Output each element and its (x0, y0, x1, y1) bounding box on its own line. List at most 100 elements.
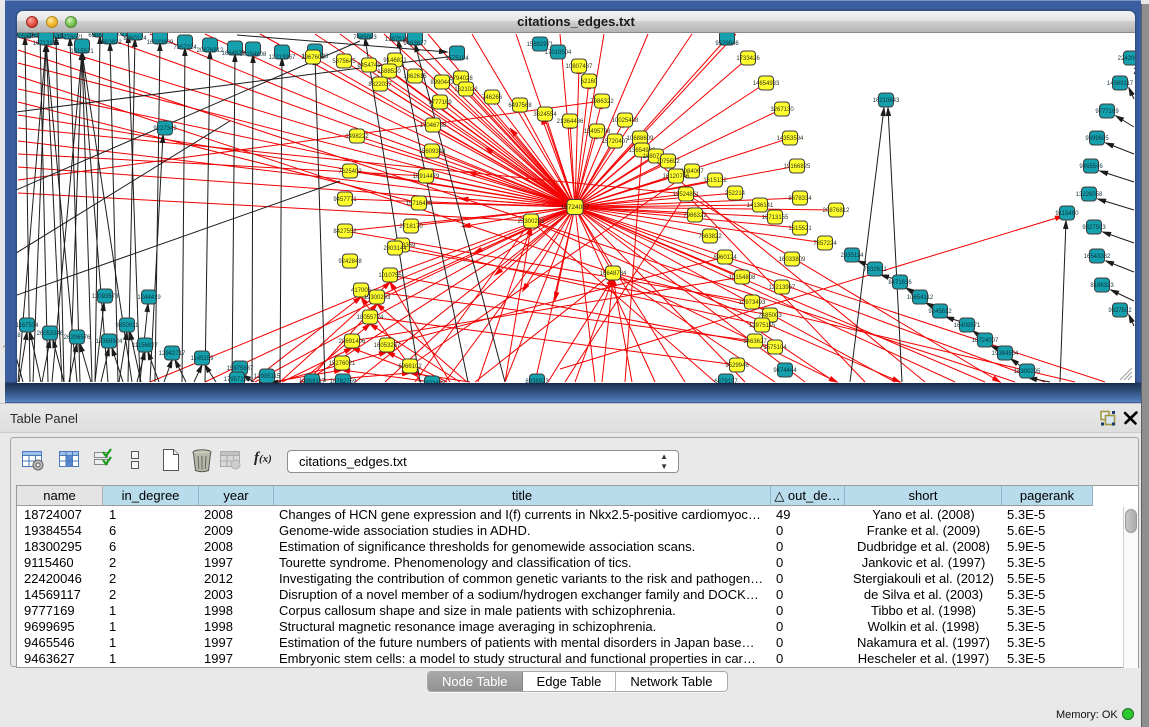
svg-text:9777169: 9777169 (428, 100, 452, 106)
svg-text:18055724: 18055724 (357, 315, 384, 321)
svg-text:17046738: 17046738 (420, 123, 447, 129)
svg-text:7986322: 7986322 (590, 99, 614, 105)
svg-text:19384554: 19384554 (992, 351, 1019, 357)
svg-text:9227343: 9227343 (153, 126, 177, 132)
svg-text:8186323: 8186323 (1090, 283, 1114, 289)
svg-text:6966102: 6966102 (398, 364, 422, 370)
svg-text:19166825: 19166825 (784, 164, 811, 170)
svg-text:6497568: 6497568 (508, 103, 532, 109)
svg-text:9115460: 9115460 (1056, 211, 1080, 217)
svg-text:8960124: 8960124 (713, 255, 737, 261)
svg-text:7986322: 7986322 (683, 213, 707, 219)
svg-text:62160: 62160 (581, 79, 598, 85)
svg-text:9245612: 9245612 (928, 309, 952, 315)
svg-text:15692971: 15692971 (527, 42, 554, 48)
svg-text:26053346: 26053346 (37, 331, 64, 337)
svg-text:17010504: 17010504 (545, 50, 572, 56)
svg-text:14353594: 14353594 (777, 136, 804, 142)
svg-text:16120746: 16120746 (663, 174, 690, 180)
svg-text:14569117: 14569117 (1107, 81, 1134, 87)
svg-text:12905115: 12905115 (254, 374, 281, 380)
svg-text:746266: 746266 (482, 95, 503, 101)
svg-text:16648784: 16648784 (600, 271, 627, 277)
svg-text:9327503: 9327503 (1082, 225, 1106, 231)
svg-text:8427552: 8427552 (333, 229, 357, 235)
svg-text:3267130: 3267130 (770, 107, 794, 113)
svg-text:9242848: 9242848 (338, 259, 362, 265)
svg-text:15720407: 15720407 (602, 139, 629, 145)
svg-text:15609348: 15609348 (419, 149, 446, 155)
svg-text:1588520: 1588520 (377, 69, 401, 75)
svg-text:1362615: 1362615 (403, 74, 427, 80)
svg-text:9529946: 9529946 (715, 41, 739, 47)
svg-text:15975887: 15975887 (227, 366, 254, 372)
svg-text:8960124: 8960124 (123, 36, 147, 42)
svg-text:9699695: 9699695 (1085, 136, 1109, 142)
svg-text:16210643: 16210643 (873, 98, 900, 104)
svg-text:7485003: 7485003 (353, 35, 377, 41)
svg-text:15276021: 15276021 (329, 361, 356, 367)
svg-text:2967608: 2967608 (301, 55, 325, 61)
svg-text:16053267: 16053267 (374, 343, 401, 349)
svg-text:12093573: 12093573 (92, 294, 119, 300)
svg-text:3624554: 3624554 (533, 112, 557, 118)
svg-text:1575104: 1575104 (445, 56, 469, 62)
svg-text:7632621: 7632621 (863, 267, 887, 273)
svg-text:1145159: 1145159 (191, 356, 215, 362)
svg-text:10973493: 10973493 (739, 300, 766, 306)
svg-text:252214: 252214 (725, 191, 746, 197)
svg-text:19300293: 19300293 (364, 295, 391, 301)
svg-text:12923468: 12923468 (419, 381, 446, 383)
svg-text:12942717: 12942717 (159, 351, 186, 357)
svg-text:9146821: 9146821 (383, 58, 407, 64)
svg-text:7357224: 7357224 (173, 45, 197, 51)
svg-text:10958117: 10958117 (299, 379, 326, 383)
svg-text:1575104: 1575104 (763, 345, 787, 351)
svg-text:9474444: 9474444 (773, 368, 797, 374)
svg-text:9463627: 9463627 (403, 41, 427, 47)
svg-text:1010755: 1010755 (378, 273, 402, 279)
svg-text:21364436: 21364436 (557, 119, 584, 125)
svg-text:10025438: 10025438 (612, 118, 639, 124)
svg-text:8938923: 8938923 (525, 379, 549, 383)
svg-text:9777169: 9777169 (1095, 109, 1119, 115)
svg-text:16033809: 16033809 (779, 257, 806, 263)
svg-text:9327502: 9327502 (1108, 308, 1132, 314)
svg-text:16033809: 16033809 (147, 40, 174, 46)
svg-text:20691406: 20691406 (339, 339, 366, 345)
svg-text:8322037: 8322037 (368, 82, 392, 88)
svg-text:16543382: 16543382 (1084, 254, 1111, 260)
svg-text:8471636: 8471636 (888, 280, 912, 286)
svg-text:12213967: 12213967 (769, 285, 796, 291)
svg-text:9529946: 9529946 (725, 363, 749, 369)
svg-text:17359924: 17359924 (96, 339, 123, 345)
svg-text:12213967: 12213967 (269, 55, 296, 61)
svg-text:18300295: 18300295 (1014, 369, 1041, 375)
svg-text:2935114: 2935114 (841, 253, 865, 259)
svg-text:20876812: 20876812 (197, 48, 224, 54)
svg-text:20876812: 20876812 (823, 208, 850, 214)
svg-text:2803144: 2803144 (383, 246, 407, 252)
svg-text:14136141: 14136141 (747, 203, 774, 209)
svg-text:16409571: 16409571 (954, 323, 981, 329)
svg-text:1621022: 1621022 (454, 87, 478, 93)
svg-text:1515521: 1515521 (788, 226, 812, 232)
svg-text:10807487: 10807487 (566, 64, 593, 70)
svg-text:16713155: 16713155 (33, 41, 60, 47)
svg-text:8878334: 8878334 (788, 196, 812, 202)
svg-text:1167534: 1167534 (17, 323, 39, 329)
svg-text:417006: 417006 (351, 288, 372, 294)
svg-text:9457771: 9457771 (333, 197, 357, 203)
svg-text:12975115: 12975115 (749, 323, 776, 329)
svg-text:9465546: 9465546 (1079, 164, 1103, 170)
svg-text:13226058: 13226058 (1076, 192, 1103, 198)
svg-text:5875645: 5875645 (332, 59, 356, 65)
svg-text:1733426: 1733426 (736, 56, 760, 62)
svg-text:7663822: 7663822 (98, 40, 122, 46)
svg-text:23300293: 23300293 (518, 219, 545, 225)
svg-text:7625402: 7625402 (338, 169, 362, 175)
svg-text:2718170: 2718170 (399, 224, 423, 230)
svg-text:7663822: 7663822 (698, 234, 722, 240)
svg-text:1515521: 1515521 (70, 49, 94, 55)
svg-text:9350011: 9350011 (116, 323, 140, 329)
